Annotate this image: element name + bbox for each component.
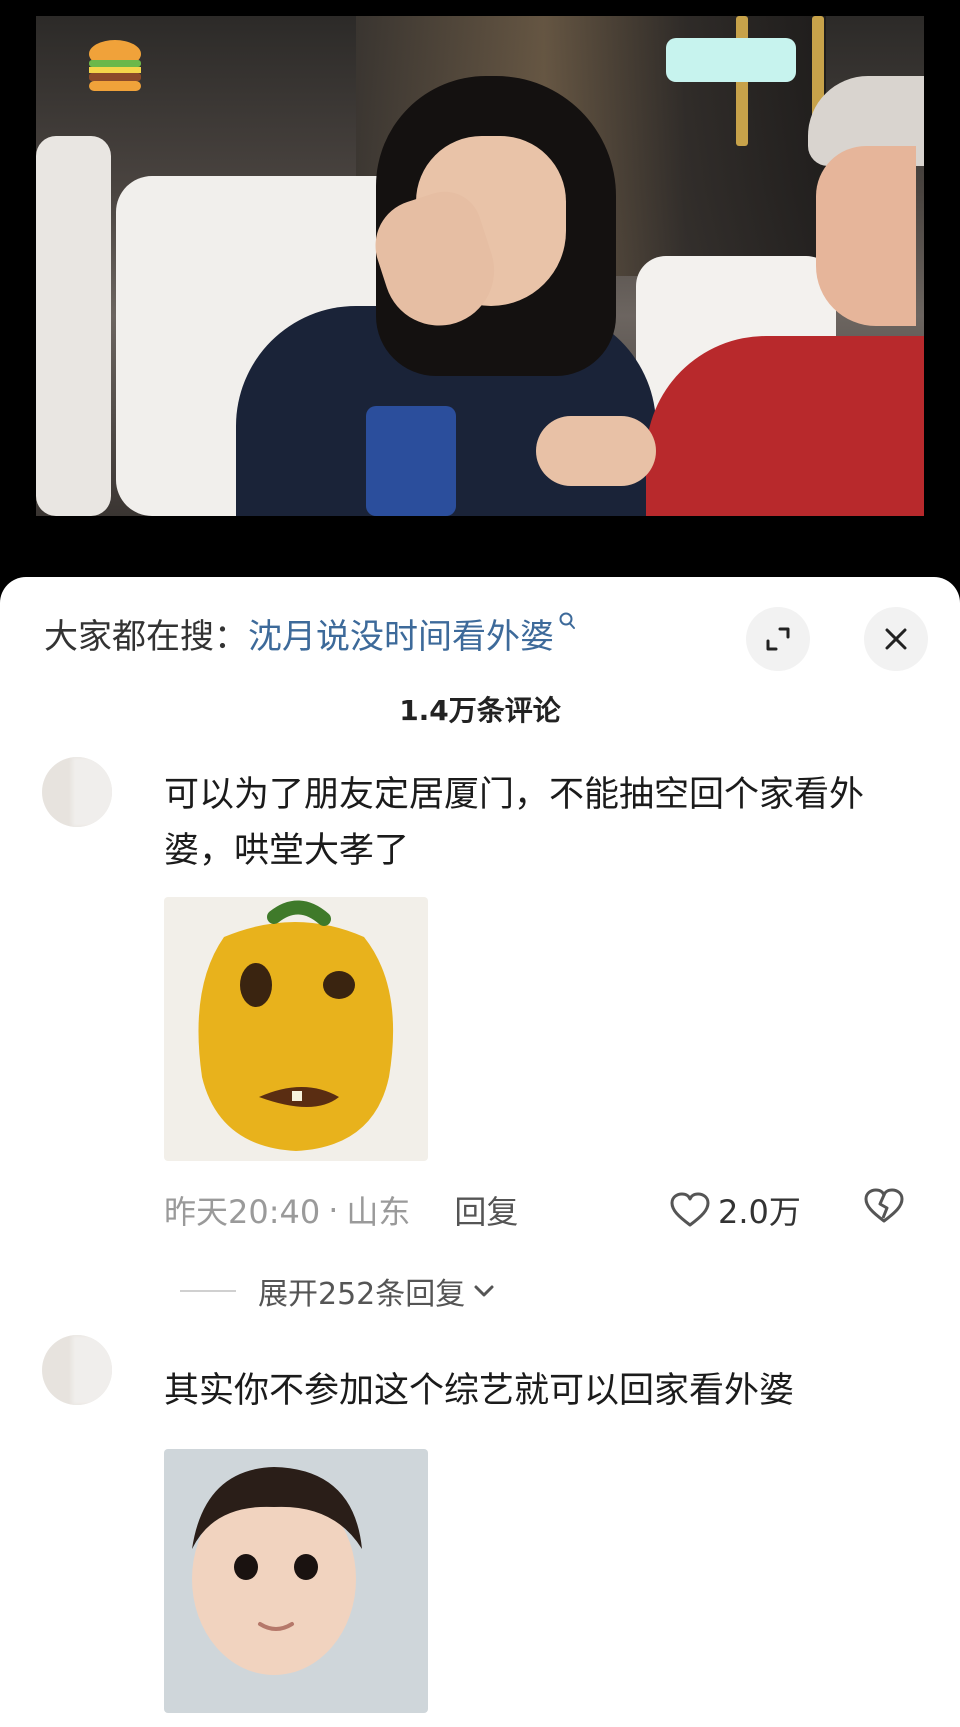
comments-sheet: 大家都在搜： 沈月说没时间看外婆 1.4万条评论 可以为了朋友定居厦门，不能抽空…: [0, 577, 960, 1727]
trending-search[interactable]: 大家都在搜： 沈月说没时间看外婆: [44, 609, 576, 658]
broken-heart-icon: [864, 1188, 904, 1223]
comment-time: 昨天20:40: [164, 1193, 321, 1231]
expand-button[interactable]: [746, 607, 810, 671]
comment-text: 其实你不参加这个综艺就可以回家看外婆: [164, 1371, 795, 1411]
chair: [36, 136, 111, 516]
comment-count: 1.4万条评论: [399, 694, 561, 727]
like-button[interactable]: 2.0万: [670, 1187, 801, 1233]
comment-location: 山东: [346, 1193, 411, 1231]
close-icon: [885, 628, 907, 650]
close-button[interactable]: [864, 607, 928, 671]
pepper-face-image: [164, 897, 428, 1161]
meme-image[interactable]: [164, 1449, 428, 1713]
toddler-face-image: [164, 1449, 428, 1713]
dislike-button[interactable]: [864, 1188, 904, 1232]
avatar[interactable]: [42, 1335, 112, 1405]
person-shirt: [366, 406, 456, 516]
chevron-down-icon: [474, 1285, 494, 1297]
avatar[interactable]: [42, 757, 112, 827]
expand-icon: [766, 627, 790, 651]
trending-search-term[interactable]: 沈月说没时间看外婆: [248, 609, 554, 658]
comment-meta: 昨天20:40 · 山东 回复 2.0万: [164, 1187, 924, 1233]
video-frame[interactable]: [36, 16, 924, 516]
search-icon: [559, 612, 575, 629]
divider: [180, 1290, 236, 1292]
heart-icon: [670, 1192, 710, 1227]
second-person-hand: [536, 416, 656, 486]
comment-text: 可以为了朋友定居厦门，不能抽空回个家看外婆，哄堂大孝了: [164, 775, 865, 871]
meta-separator: ·: [328, 1191, 339, 1229]
watermark-label: [666, 38, 796, 82]
meme-image[interactable]: [164, 897, 428, 1161]
burger-logo-icon: [89, 40, 141, 91]
reply-button[interactable]: 回复: [454, 1187, 518, 1233]
expand-replies-label: 展开252条回复: [258, 1277, 466, 1312]
second-person-face: [816, 146, 916, 326]
trending-search-prefix: 大家都在搜：: [44, 617, 248, 657]
like-count: 2.0万: [718, 1193, 801, 1231]
expand-replies-button[interactable]: 展开252条回复: [180, 1269, 497, 1313]
